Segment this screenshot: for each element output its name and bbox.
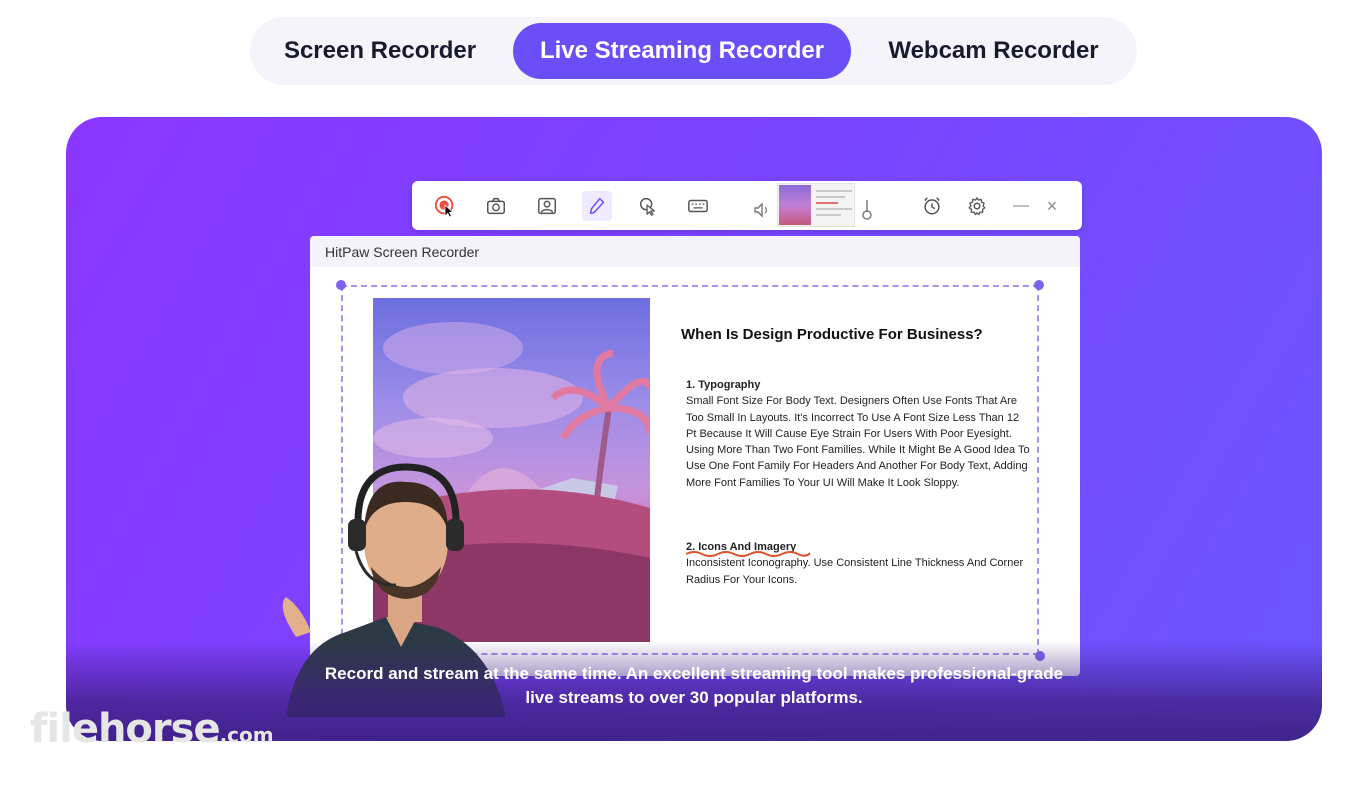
timer-icon (924, 197, 940, 215)
settings-icon (968, 197, 986, 216)
feature-hero: — × HitPaw Screen Recorder When Is Desig… (66, 117, 1322, 741)
mouse-effect-button[interactable] (633, 191, 663, 221)
recorder-tabs: Screen Recorder Live Streaming Recorder … (250, 17, 1137, 85)
section-body: Using More Than Two Font Families. While… (686, 444, 1030, 489)
annotate-button[interactable] (582, 191, 612, 221)
preview-image (779, 185, 811, 225)
watermark-text: filehorse (30, 706, 221, 752)
settings-button[interactable] (962, 191, 992, 221)
pen-icon (589, 197, 605, 215)
selection-handle-top-right[interactable] (1034, 280, 1044, 290)
document-title: When Is Design Productive For Business? (681, 326, 983, 343)
preview-lines (816, 190, 852, 220)
watermark-suffix: .com (219, 723, 274, 747)
close-button[interactable]: × (1037, 191, 1067, 221)
cursor-click-icon (639, 197, 656, 216)
caption-line-2: live streams to over 30 popular platform… (525, 688, 863, 707)
section-heading: 1. Typography (686, 379, 761, 391)
window-title: HitPaw Screen Recorder (310, 236, 1080, 267)
section-body: Small Font Size For Body Text. Designers… (686, 395, 1020, 440)
filehorse-watermark: filehorse.com (30, 706, 274, 752)
screenshot-button[interactable] (481, 191, 511, 221)
camera-icon (487, 197, 505, 215)
tab-screen-recorder[interactable]: Screen Recorder (256, 23, 504, 79)
document-section-icons: 2. Icons And Imagery Inconsistent Iconog… (686, 539, 1031, 588)
close-icon: × (1046, 195, 1058, 216)
keyboard-button[interactable] (683, 191, 713, 221)
tab-live-streaming-recorder[interactable]: Live Streaming Recorder (513, 23, 851, 79)
selection-handle-top-left[interactable] (336, 280, 346, 290)
annotation-underline (685, 551, 811, 557)
minimize-button[interactable]: — (1006, 191, 1036, 221)
record-icon (434, 195, 455, 217)
recorder-toolbar: — × (412, 181, 1082, 230)
source-preview-thumbnail[interactable] (777, 183, 855, 227)
caption-line-1: Record and stream at the same time. An e… (324, 664, 1064, 683)
document-section-typography: 1. Typography Small Font Size For Body T… (686, 377, 1031, 491)
speaker-icon[interactable] (752, 199, 770, 221)
feature-caption: Record and stream at the same time. An e… (266, 662, 1122, 710)
keyboard-icon (688, 199, 708, 213)
tab-webcam-recorder[interactable]: Webcam Recorder (856, 23, 1131, 79)
record-button[interactable] (430, 191, 460, 221)
timer-button[interactable] (917, 191, 947, 221)
webcam-icon (538, 197, 556, 215)
minimize-icon: — (1013, 197, 1029, 214)
section-body: Inconsistent Iconography. Use Consistent… (686, 557, 1024, 586)
microphone-icon[interactable] (858, 199, 876, 221)
webcam-button[interactable] (532, 191, 562, 221)
